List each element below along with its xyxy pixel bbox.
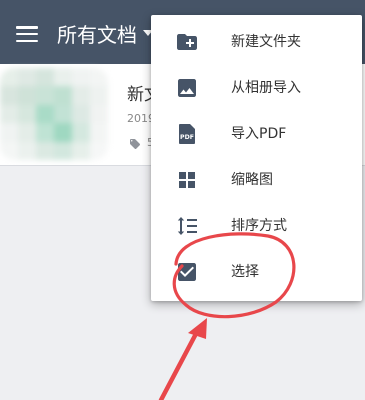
image-icon (178, 79, 196, 97)
arrow-head (188, 318, 207, 339)
menu-item-new-folder[interactable]: 新建文件夹 (151, 20, 362, 66)
create-new-folder-icon (177, 34, 197, 50)
menu-item-label: 缩略图 (231, 172, 273, 188)
menu-item-import-pdf[interactable]: PDF 导入PDF (151, 112, 362, 158)
grid-view-icon (179, 172, 195, 188)
menu-item-import-album[interactable]: 从相册导入 (151, 66, 362, 112)
document-thumbnail[interactable] (0, 68, 108, 160)
page-title[interactable]: 所有文档 (57, 22, 137, 48)
pdf-icon-text: PDF (180, 134, 194, 141)
menu-item-label: 新建文件夹 (231, 34, 301, 50)
overflow-menu: 新建文件夹 从相册导入 PDF 导入PDF 缩略图 排序方式 选择 (151, 15, 362, 301)
menu-item-sort[interactable]: 排序方式 (151, 204, 362, 250)
menu-item-label: 导入PDF (231, 126, 287, 142)
menu-item-thumbnail[interactable]: 缩略图 (151, 158, 362, 204)
menu-item-label: 从相册导入 (231, 80, 301, 96)
menu-icon[interactable] (16, 26, 38, 43)
check-box-icon (178, 263, 196, 281)
menu-item-label: 排序方式 (231, 218, 287, 234)
menu-item-select[interactable]: 选择 (151, 250, 362, 296)
menu-item-label: 选择 (231, 264, 259, 280)
tag-icon (130, 139, 140, 149)
annotation-arrow (158, 325, 202, 400)
sort-icon (177, 217, 197, 235)
pdf-icon: PDF (179, 124, 195, 144)
